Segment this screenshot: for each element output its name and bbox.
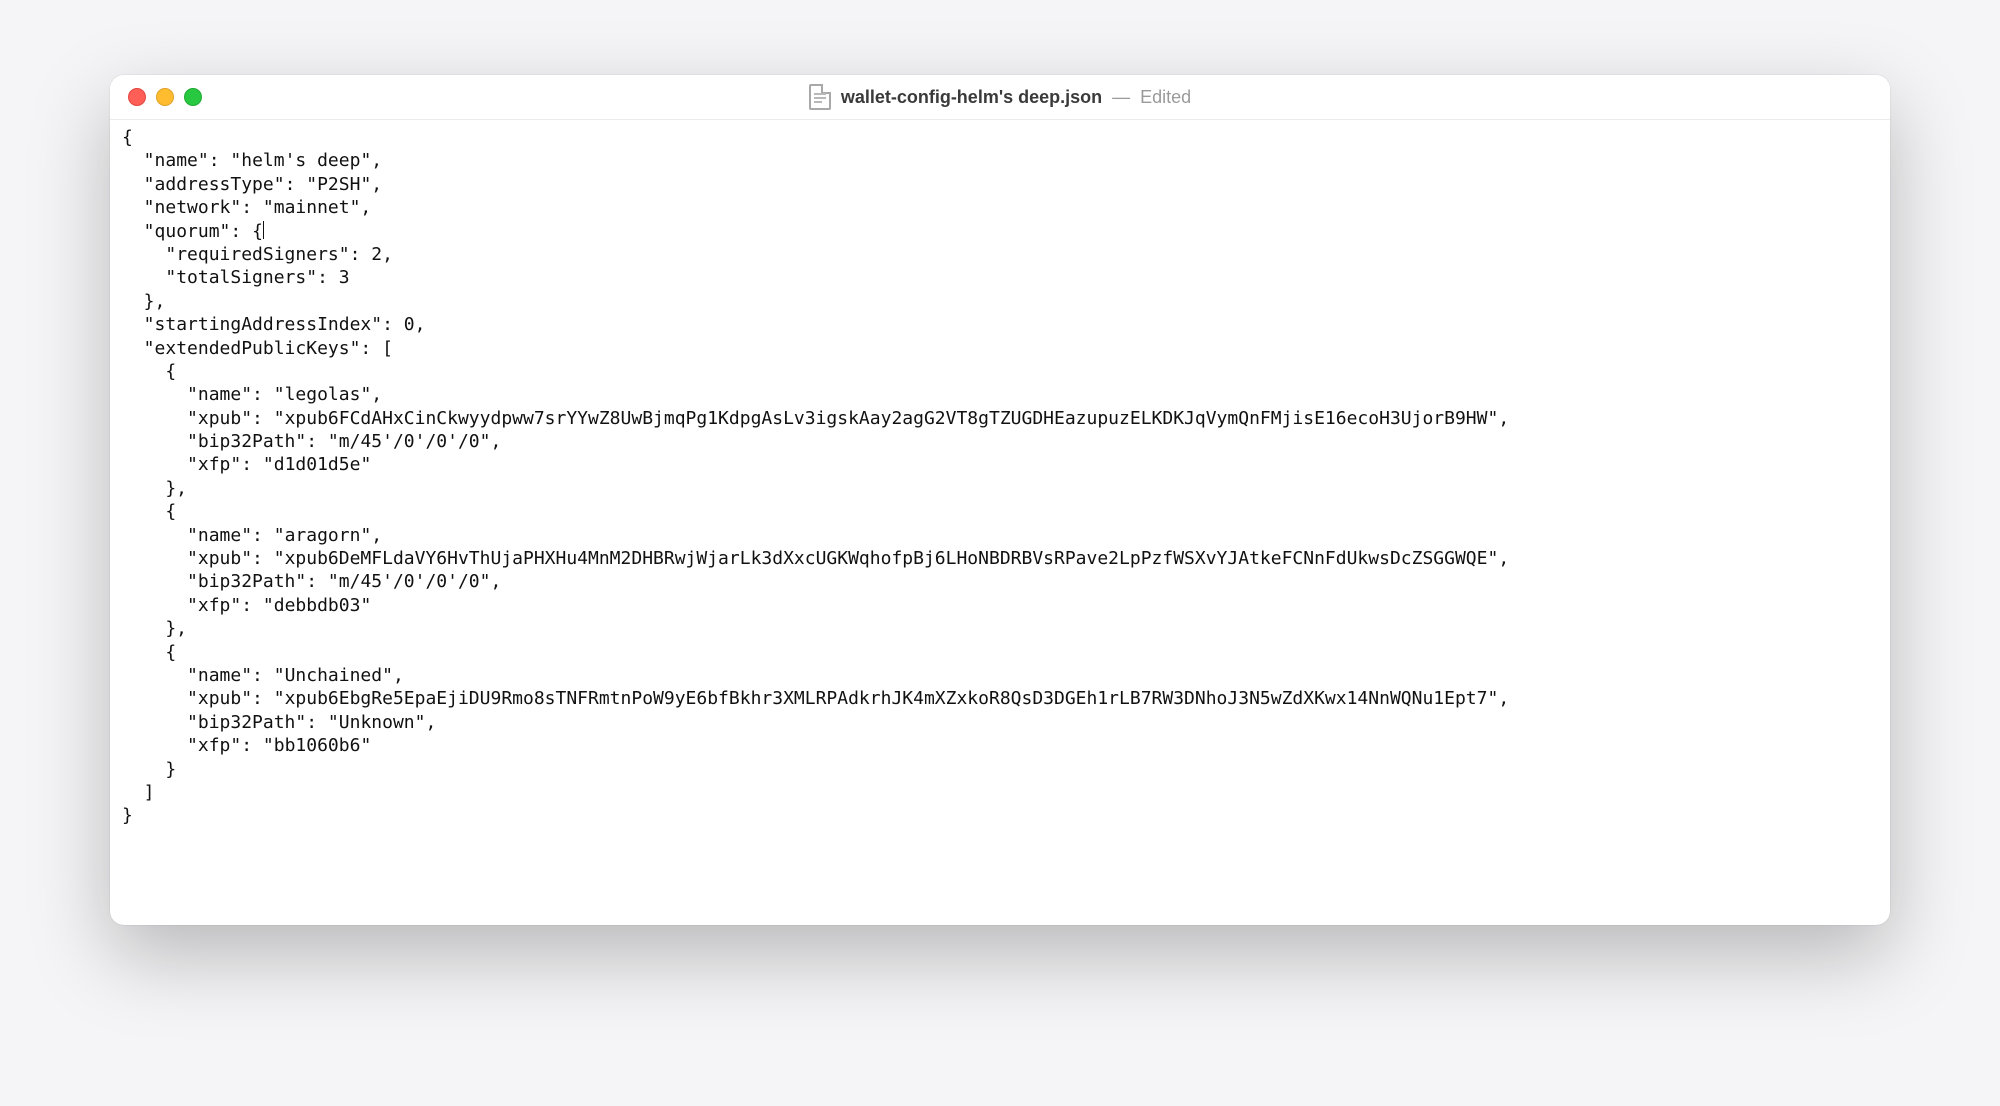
val2-name: Unchained — [285, 665, 383, 686]
text-cursor — [263, 221, 264, 239]
traffic-lights — [110, 88, 202, 106]
key2-xfp: xfp — [198, 735, 231, 756]
editor-window: wallet-config-helm's deep.json — Edited … — [110, 75, 1890, 925]
key1-name: name — [198, 525, 241, 546]
key0-xpub: xpub — [198, 408, 241, 429]
val-totalSigners: 3 — [339, 267, 350, 288]
key2-xpub: xpub — [198, 688, 241, 709]
val0-xpub: xpub6FCdAHxCinCkwyydpww7srYYwZ8UwBjmqPg1… — [285, 408, 1488, 429]
document-icon — [809, 84, 831, 110]
key0-name: name — [198, 384, 241, 405]
key-extendedPublicKeys: extendedPublicKeys — [155, 338, 350, 359]
window-zoom-button[interactable] — [184, 88, 202, 106]
key1-bip32Path: bip32Path — [198, 571, 296, 592]
titlebar-title: wallet-config-helm's deep.json — Edited — [110, 84, 1890, 110]
window-status: Edited — [1140, 87, 1191, 108]
window-titlebar: wallet-config-helm's deep.json — Edited — [110, 75, 1890, 120]
window-minimize-button[interactable] — [156, 88, 174, 106]
key1-xpub: xpub — [198, 548, 241, 569]
key-network: network — [155, 197, 231, 218]
val-addressType: P2SH — [317, 174, 360, 195]
editor-body[interactable]: { "name": "helm's deep", "addressType": … — [110, 120, 1890, 925]
window-close-button[interactable] — [128, 88, 146, 106]
val2-xfp: bb1060b6 — [274, 735, 361, 756]
val2-xpub: xpub6EbgRe5EpaEjiDU9Rmo8sTNFRmtnPoW9yE6b… — [285, 688, 1488, 709]
val-startingAddressIndex: 0 — [404, 314, 415, 335]
val-name: helm's deep — [241, 150, 360, 171]
val1-name: aragorn — [285, 525, 361, 546]
key-startingAddressIndex: startingAddressIndex — [155, 314, 372, 335]
key2-bip32Path: bip32Path — [198, 712, 296, 733]
val1-xfp: debbdb03 — [274, 595, 361, 616]
key-quorum: quorum — [155, 221, 220, 242]
val2-bip32Path: Unknown — [339, 712, 415, 733]
val0-bip32Path: m/45'/0'/0'/0 — [339, 431, 480, 452]
key-name: name — [155, 150, 198, 171]
val-network: mainnet — [274, 197, 350, 218]
key-totalSigners: totalSigners — [176, 267, 306, 288]
key0-bip32Path: bip32Path — [198, 431, 296, 452]
val0-name: legolas — [285, 384, 361, 405]
document-content[interactable]: { "name": "helm's deep", "addressType": … — [122, 126, 1878, 828]
val1-bip32Path: m/45'/0'/0'/0 — [339, 571, 480, 592]
key-requiredSigners: requiredSigners — [176, 244, 339, 265]
key2-name: name — [198, 665, 241, 686]
title-separator: — — [1112, 87, 1130, 108]
quorum-open-brace: { — [252, 221, 263, 242]
key0-xfp: xfp — [198, 454, 231, 475]
val-requiredSigners: 2 — [371, 244, 382, 265]
key-addressType: addressType — [155, 174, 274, 195]
val1-xpub: xpub6DeMFLdaVY6HvThUjaPHXHu4MnM2DHBRwjWj… — [285, 548, 1488, 569]
key1-xfp: xfp — [198, 595, 231, 616]
window-filename: wallet-config-helm's deep.json — [841, 87, 1102, 108]
val0-xfp: d1d01d5e — [274, 454, 361, 475]
